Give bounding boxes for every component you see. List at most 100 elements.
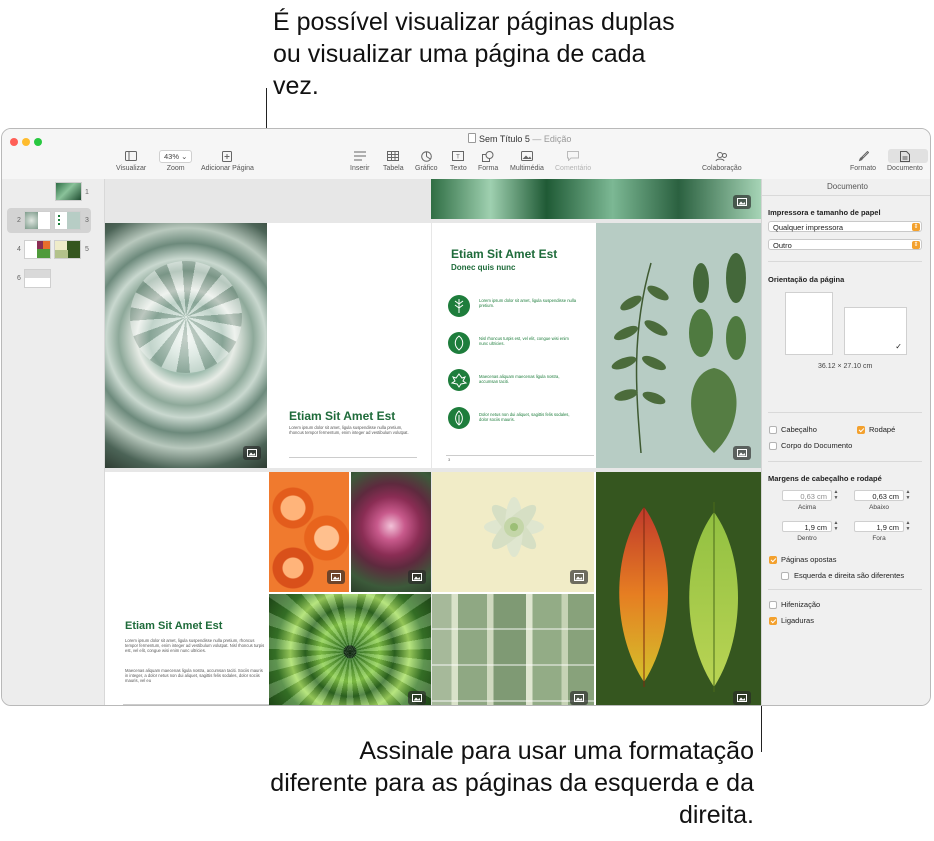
toolbar-text-label: Texto — [450, 165, 467, 172]
orientation-landscape[interactable]: ✓ — [844, 307, 907, 355]
toolbar-zoom-button[interactable]: 43% ⌄ Zoom — [159, 149, 193, 172]
thumbnail-number: 5 — [85, 246, 89, 253]
page-2-title[interactable]: Etiam Sit Amet Est — [289, 409, 395, 423]
inside-margin-label: Dentro — [797, 535, 817, 542]
image-placeholder-icon[interactable] — [733, 691, 751, 705]
paper-size-popup[interactable]: Outro ⇕ — [768, 239, 922, 250]
text-box-icon: T — [452, 151, 465, 161]
bottom-margin-label: Abaixo — [869, 504, 889, 511]
thumbnail-page-1[interactable] — [55, 182, 82, 201]
body-checkbox-label: Corpo do Documento — [781, 441, 853, 450]
page-3-title[interactable]: Etiam Sit Amet Est — [451, 247, 557, 261]
page-3-item-3[interactable]: Maecenas aliquam maecenas ligula nostra,… — [479, 374, 579, 385]
document-file-icon — [468, 133, 476, 143]
page-4-body-1[interactable]: Lorem ipsum dolor sit amet, ligula suspe… — [125, 638, 265, 654]
inside-margin-field[interactable]: 1,9 cm — [782, 521, 832, 532]
page-3-item-2[interactable]: Nisl rhoncus turpis est, vel elit, congu… — [479, 336, 579, 347]
toolbar-chart-label: Gráfico — [415, 165, 438, 172]
toolbar-text-button[interactable]: T Texto — [450, 149, 467, 172]
autumn-leaves-image[interactable] — [596, 472, 761, 705]
image-placeholder-icon[interactable] — [570, 570, 588, 584]
page-3-item-1[interactable]: Lorem ipsum dolor sit amet, ligula suspe… — [479, 298, 579, 309]
leaves-illustration — [611, 253, 746, 454]
thumbnail-green-dots — [58, 215, 60, 226]
bottom-margin-stepper[interactable]: ▲ ▼ — [905, 489, 911, 501]
page-3-subtitle[interactable]: Donec quis nunc — [451, 263, 515, 272]
separator — [768, 412, 922, 413]
popup-arrows-icon: ⇕ — [912, 223, 920, 231]
page-4-title[interactable]: Etiam Sit Amet Est — [125, 620, 222, 632]
zoom-value[interactable]: 43% ⌄ — [159, 149, 193, 163]
thumbnail-image — [37, 249, 50, 258]
image-placeholder-icon[interactable] — [570, 691, 588, 705]
printer-popup[interactable]: Qualquer impressora ⇕ — [768, 221, 922, 232]
thumbnail-page-4[interactable] — [24, 240, 51, 259]
printer-popup-value: Qualquer impressora — [773, 223, 844, 232]
spiral-pattern — [269, 594, 431, 705]
checkmark-icon: ✓ — [895, 342, 902, 351]
leaf-icon-1 — [448, 295, 470, 317]
leaves-image[interactable] — [596, 223, 761, 468]
top-margin-field[interactable]: 0,63 cm — [782, 490, 832, 501]
page-3[interactable]: Etiam Sit Amet Est Donec quis nunc Lorem… — [432, 223, 761, 468]
facing-pages-checkbox[interactable] — [769, 556, 777, 564]
image-placeholder-icon[interactable] — [408, 570, 426, 584]
thumbnail-image — [55, 250, 68, 258]
thumbnail-image — [67, 241, 80, 258]
chart-icon — [420, 150, 432, 162]
thumbnail-page-3[interactable] — [54, 211, 81, 230]
toolbar-table-button[interactable]: Tabela — [383, 149, 404, 172]
toolbar-insert-button[interactable]: Inserir — [350, 149, 369, 172]
footer-checkbox[interactable] — [857, 426, 865, 434]
page-2[interactable]: Etiam Sit Amet Est Lorem ipsum dolor sit… — [105, 223, 431, 468]
document-canvas[interactable]: Etiam Sit Amet Est Lorem ipsum dolor sit… — [105, 179, 761, 705]
page-2-body[interactable]: Lorem ipsum dolor sit amet, ligula suspe… — [289, 425, 417, 435]
toolbar-document-button[interactable]: Documento — [887, 149, 923, 172]
toolbar-media-button[interactable]: Multimédia — [510, 149, 544, 172]
shape-icon — [482, 150, 494, 162]
outside-margin-stepper[interactable]: ▲ ▼ — [905, 520, 911, 532]
toolbar-view-button[interactable]: Visualizar — [116, 149, 146, 172]
thumbnail-page-6[interactable] — [24, 269, 51, 288]
toolbar-comment-label: Comentário — [555, 165, 592, 172]
page-1-bottom-image[interactable] — [431, 179, 761, 219]
toolbar-format-button[interactable]: Formato — [850, 149, 876, 172]
image-placeholder-icon[interactable] — [733, 446, 751, 460]
page-thumbnails-sidebar: 1 2 3 4 5 6 — [2, 179, 105, 705]
zoom-window-button[interactable] — [34, 138, 42, 146]
page-4-body-2[interactable]: Maecenas aliquam maecenas ligula nostra,… — [125, 668, 265, 684]
bottom-margin-field[interactable]: 0,63 cm — [854, 490, 904, 501]
toolbar-add-page-button[interactable]: Adicionar Página — [201, 149, 254, 172]
insert-icon — [353, 151, 366, 161]
page-4[interactable]: Etiam Sit Amet Est Lorem ipsum dolor sit… — [105, 472, 431, 705]
orientation-portrait[interactable] — [785, 292, 833, 355]
toolbar-comment-button[interactable]: Comentário — [555, 149, 591, 172]
image-placeholder-icon[interactable] — [327, 570, 345, 584]
image-placeholder-icon[interactable] — [733, 195, 751, 209]
minimize-button[interactable] — [22, 138, 30, 146]
toolbar-shape-button[interactable]: Forma — [478, 149, 498, 172]
toolbar-chart-button[interactable]: Gráfico — [415, 149, 438, 172]
ligatures-checkbox[interactable] — [769, 617, 777, 625]
hyphenation-checkbox[interactable] — [769, 601, 777, 609]
inside-margin-stepper[interactable]: ▲ ▼ — [833, 520, 839, 532]
toolbar-insert-label: Inserir — [350, 165, 370, 172]
image-placeholder-icon[interactable] — [408, 691, 426, 705]
outside-margin-field[interactable]: 1,9 cm — [854, 521, 904, 532]
top-margin-stepper[interactable]: ▲ ▼ — [833, 489, 839, 501]
thumbnail-page-2[interactable] — [24, 211, 51, 230]
toolbar-view-label: Visualizar — [116, 165, 147, 172]
header-checkbox[interactable] — [769, 426, 777, 434]
separator — [768, 461, 922, 462]
page-5[interactable] — [432, 472, 761, 705]
page-3-item-4[interactable]: Dolor netus non dui aliquet, sagittis fe… — [479, 412, 579, 423]
thumbnail-page-5[interactable] — [54, 240, 81, 259]
toolbar-shape-label: Forma — [478, 165, 499, 172]
toolbar-add-page-label: Adicionar Página — [201, 165, 254, 172]
facing-pages-label: Páginas opostas — [781, 555, 837, 564]
image-placeholder-icon[interactable] — [243, 446, 261, 460]
toolbar-collaboration-button[interactable]: Colaboração — [702, 149, 742, 172]
close-button[interactable] — [10, 138, 18, 146]
body-checkbox[interactable] — [769, 442, 777, 450]
left-right-different-checkbox[interactable] — [781, 572, 789, 580]
